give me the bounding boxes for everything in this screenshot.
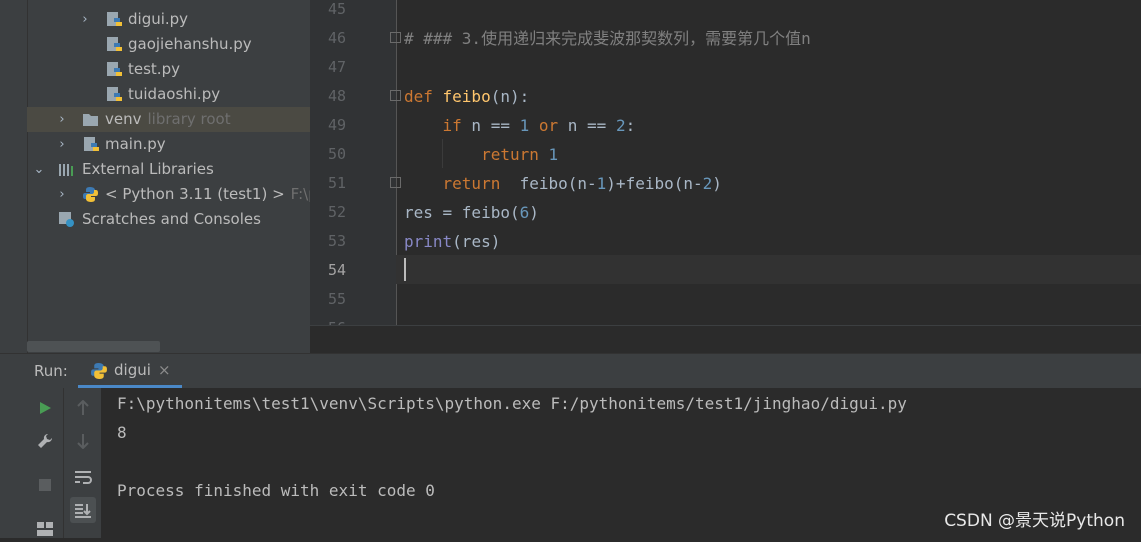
tree-item-label: venv [105, 110, 142, 128]
line-number-current: 54 [327, 261, 346, 279]
tree-item-label-group: venv library root [105, 107, 231, 132]
tree-item-label: < Python 3.11 (test1) > [105, 185, 285, 203]
line-number: 52 [327, 203, 346, 221]
stop-icon[interactable] [32, 472, 58, 498]
expand-arrow-icon[interactable]: › [56, 107, 68, 132]
python-file-icon [107, 87, 122, 101]
python-file-icon [107, 37, 122, 51]
expand-arrow-icon[interactable]: › [56, 132, 68, 157]
python-file-icon [107, 12, 122, 26]
arrow-down-icon[interactable] [70, 428, 96, 454]
fold-marker-icon[interactable] [390, 32, 401, 43]
expand-arrow-icon[interactable]: › [56, 182, 68, 207]
code-line-51: return feibo(n-1)+feibo(n-2) [442, 174, 722, 193]
tree-item-gaojiehanshu[interactable]: gaojiehanshu.py [27, 32, 310, 57]
run-tool-window-header: Run: digui × [0, 353, 1141, 388]
collapse-arrow-icon[interactable]: ⌄ [33, 157, 45, 182]
code-line-53: print(res) [404, 232, 501, 251]
sdk-path-hint: F:\py [290, 185, 310, 203]
line-number: 45 [327, 0, 346, 18]
code-line-46: # ### 3.使用递归来完成斐波那契数列，需要第几个值n [404, 29, 811, 48]
python-file-icon [84, 137, 99, 151]
console-line: Process finished with exit code 0 [117, 481, 435, 500]
tree-item-label-group: < Python 3.11 (test1) > F:\py [105, 182, 310, 207]
line-number: 46 [327, 29, 346, 47]
line-number: 50 [327, 145, 346, 163]
run-tab-label: digui [114, 361, 151, 379]
python-icon [91, 363, 107, 379]
tree-item-test[interactable]: test.py [27, 57, 310, 82]
horizontal-scrollbar[interactable] [27, 341, 160, 352]
csdn-watermark: CSDN @景天说Python [944, 511, 1125, 531]
console-line: F:\pythonitems\test1\venv\Scripts\python… [117, 394, 907, 413]
text-caret [404, 258, 406, 281]
arrow-up-icon[interactable] [70, 395, 96, 421]
tree-item-label: main.py [105, 135, 166, 153]
fold-marker-icon[interactable] [390, 177, 401, 188]
run-tab-digui[interactable]: digui × [78, 354, 182, 388]
fold-marker-icon[interactable] [390, 90, 401, 101]
editor-gutter: 45 46 47 48 49 50 51 52 53 54 55 56 [310, 0, 401, 325]
tree-item-scratches[interactable]: Scratches and Consoles [27, 207, 310, 232]
code-editor[interactable]: 45 46 47 48 49 50 51 52 53 54 55 56 # ##… [310, 0, 1141, 325]
line-number: 56 [310, 314, 346, 325]
editor-bottom-area [310, 325, 1141, 354]
project-tool-window: › digui.py gaojiehanshu.py test.py tuida… [0, 0, 310, 353]
code-line-52: res = feibo(6) [404, 203, 539, 222]
close-tab-icon[interactable]: × [158, 361, 171, 379]
wrench-icon[interactable] [32, 428, 58, 454]
tree-item-label: tuidaoshi.py [128, 85, 221, 103]
line-number: 53 [327, 232, 346, 250]
rerun-icon[interactable] [32, 395, 58, 421]
line-number: 49 [327, 116, 346, 134]
soft-wrap-icon[interactable] [70, 464, 96, 490]
tree-item-digui[interactable]: › digui.py [27, 7, 310, 32]
code-line-50: return 1 [481, 145, 559, 164]
line-number: 47 [327, 58, 346, 76]
libraries-icon [59, 164, 73, 176]
python-file-icon [107, 62, 122, 76]
run-toolbar-primary [27, 388, 63, 538]
console-line: 8 [117, 423, 127, 442]
scroll-to-end-icon[interactable] [70, 497, 96, 523]
tree-item-venv[interactable]: › venv library root [27, 107, 310, 132]
tree-item-label: Scratches and Consoles [82, 210, 261, 228]
line-number: 51 [327, 174, 346, 192]
run-label: Run: [34, 362, 68, 380]
tree-item-python-sdk[interactable]: › < Python 3.11 (test1) > F:\py [27, 182, 310, 207]
line-number: 55 [327, 290, 346, 308]
expand-arrow-icon[interactable]: › [79, 7, 91, 32]
tree-item-label: External Libraries [82, 160, 214, 178]
tree-item-label: test.py [128, 60, 180, 78]
code-line-49: if n == 1 or n == 2: [442, 116, 636, 135]
tree-item-label: digui.py [128, 10, 189, 28]
tree-item-main[interactable]: › main.py [27, 132, 310, 157]
tree-item-tuidaoshi[interactable]: tuidaoshi.py [27, 82, 310, 107]
current-line-highlight [396, 255, 1141, 284]
left-tool-strip [0, 0, 28, 353]
layout-icon[interactable] [32, 516, 58, 542]
scratches-icon [59, 212, 74, 227]
line-number: 48 [327, 87, 346, 105]
code-line-48: def feibo(n): [404, 87, 530, 106]
left-tool-strip-bottom [0, 388, 28, 538]
tree-item-label: gaojiehanshu.py [128, 35, 252, 53]
folder-icon [83, 114, 98, 126]
tree-item-external-libraries[interactable]: ⌄ External Libraries [27, 157, 310, 182]
library-root-hint: library root [147, 110, 231, 128]
run-toolbar-secondary [63, 388, 102, 538]
python-sdk-icon [83, 187, 98, 202]
